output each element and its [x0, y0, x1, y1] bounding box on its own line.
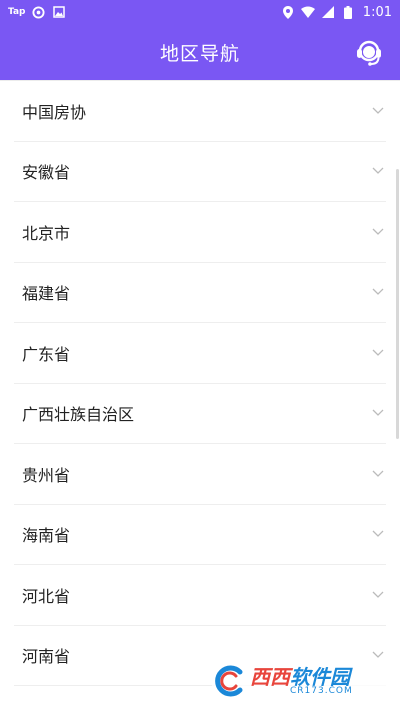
status-time: 1:01 — [362, 4, 392, 20]
brand-c-logo-icon — [215, 665, 243, 697]
status-app-label: Tap — [8, 7, 26, 17]
status-bar-right: 1:01 — [281, 5, 392, 20]
region-label: 河南省 — [22, 647, 71, 667]
region-list[interactable]: 中国房协 安徽省 北京市 福建省 广东省 广西壮族自治区 贵州省 海南省 河北省… — [0, 80, 400, 710]
region-label: 福建省 — [22, 284, 71, 304]
list-item[interactable]: 福建省 — [14, 263, 386, 323]
location-icon — [281, 5, 295, 19]
chevron-down-icon — [372, 226, 384, 238]
customer-service-button[interactable] — [350, 33, 388, 71]
list-item[interactable]: 河北省 — [14, 565, 386, 626]
customer-service-headset-icon — [357, 40, 381, 66]
region-label: 广西壮族自治区 — [22, 405, 135, 425]
watermark-logo: 西西软件园 CR173.COM — [212, 660, 392, 702]
list-item[interactable]: 安徽省 — [14, 142, 386, 202]
region-label: 广东省 — [22, 344, 71, 364]
status-bar-left: Tap — [8, 5, 66, 19]
chevron-down-icon — [372, 589, 384, 601]
watermark-brand-red: 西西 — [250, 664, 290, 689]
page-title: 地区导航 — [159, 42, 240, 65]
region-label: 中国房协 — [22, 102, 87, 122]
chevron-down-icon — [372, 105, 384, 117]
image-icon — [52, 5, 66, 19]
chevron-down-icon — [372, 286, 384, 298]
list-item[interactable]: 贵州省 — [14, 444, 386, 505]
region-label: 安徽省 — [22, 163, 71, 183]
list-item[interactable]: 广东省 — [14, 323, 386, 384]
region-label: 河北省 — [22, 586, 71, 606]
settings-gear-icon — [32, 5, 46, 19]
chevron-down-icon — [372, 407, 384, 419]
region-label: 海南省 — [22, 526, 71, 546]
battery-icon — [341, 5, 355, 19]
chevron-down-icon — [372, 165, 384, 177]
list-item[interactable]: 海南省 — [14, 505, 386, 565]
watermark-url: CR173.COM — [290, 685, 353, 696]
wifi-icon — [300, 5, 315, 19]
chevron-down-icon — [372, 347, 384, 359]
chevron-down-icon — [372, 468, 384, 480]
app-bar: 地区导航 — [0, 24, 400, 80]
list-item[interactable]: 北京市 — [14, 202, 386, 263]
chevron-down-icon — [372, 528, 384, 540]
region-label: 贵州省 — [22, 465, 71, 485]
cell-signal-icon — [321, 5, 335, 19]
list-item[interactable]: 广西壮族自治区 — [14, 384, 386, 444]
scrollbar[interactable] — [396, 169, 399, 439]
watermark-brand-blue: 软件园 — [290, 664, 350, 689]
list-item[interactable]: 中国房协 — [14, 81, 386, 142]
status-bar: Tap 1:01 — [0, 0, 400, 24]
region-label: 北京市 — [22, 223, 71, 243]
